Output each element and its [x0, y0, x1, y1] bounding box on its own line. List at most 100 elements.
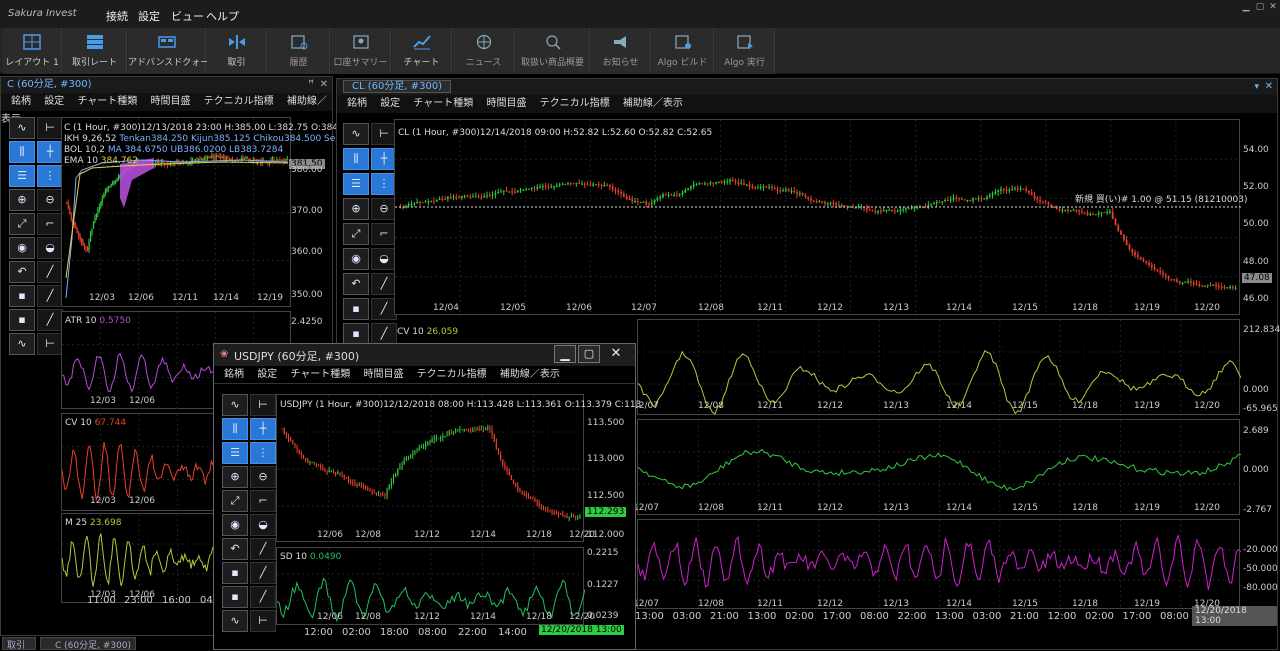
menu-time-scale[interactable]: 時間目盛 [486, 98, 526, 109]
fit-icon[interactable]: ⤢ [222, 490, 248, 512]
eye-icon[interactable]: ◉ [9, 237, 35, 259]
pen-icon[interactable]: ╱ [37, 261, 63, 283]
main-osc-chart[interactable] [637, 419, 1242, 516]
crosshair-icon[interactable]: ┼ [37, 141, 63, 163]
left-price-chart[interactable]: C (1 Hour, #300)12/13/2018 23:00 H:385.0… [61, 117, 341, 308]
menu-symbol[interactable]: 銘柄 [11, 96, 31, 107]
account-summary-button[interactable]: 口座サマリー [331, 28, 391, 74]
eye-icon[interactable]: ◉ [343, 248, 369, 270]
minimize-icon[interactable]: ▁ [1240, 2, 1252, 12]
menu-connect[interactable]: 接続 [106, 8, 128, 24]
menu-drawing[interactable]: 補助線／表示 [500, 369, 560, 380]
menu-settings[interactable]: 設定 [380, 98, 400, 109]
history-button[interactable]: 履歴 [268, 28, 330, 74]
lock-icon[interactable]: ▪ [343, 298, 369, 320]
menu-settings[interactable]: 設定 [257, 369, 277, 380]
advanced-quote-button[interactable]: アドバンスドクォート [128, 28, 218, 74]
crosshair-icon[interactable]: ┼ [250, 418, 276, 440]
algo-build-button[interactable]: Algo ビルド [652, 28, 714, 74]
tab-trade[interactable]: 取引 [2, 637, 36, 651]
fit-icon[interactable]: ⤢ [9, 213, 35, 235]
eye-icon[interactable]: ◉ [222, 514, 248, 536]
menu-settings[interactable]: 設定 [44, 96, 64, 107]
ruler-icon[interactable]: ╱ [371, 323, 397, 345]
left-m-chart[interactable]: M 25 23.698 12/03 12/06 [61, 513, 217, 604]
order-line-label[interactable]: 新規 買(い)# 1.00 @ 51.15 (81210003) [1075, 192, 1248, 205]
menu-technical[interactable]: テクニカル指標 [540, 98, 610, 109]
menu-chart-type[interactable]: チャート種類 [413, 98, 473, 109]
pin-icon[interactable]: ꟸ [308, 77, 314, 93]
line-icon[interactable]: ∿ [9, 333, 35, 355]
lock-icon[interactable]: ▪ [9, 285, 35, 307]
candle-icon[interactable]: ⫼ [222, 418, 248, 440]
zoom-in-icon[interactable]: ⊕ [222, 466, 248, 488]
candle-icon[interactable]: ⫼ [9, 141, 35, 163]
popup-title-bar[interactable]: ❀ USDJPY (60分足, #300) ▁ ▢ ✕ [214, 344, 635, 366]
zoom-out-icon[interactable]: ⊖ [250, 466, 276, 488]
lock2-icon[interactable]: ▪ [222, 586, 248, 608]
close-icon[interactable]: ✕ [1267, 2, 1279, 12]
algo-run-button[interactable]: Algo 実行 [715, 28, 775, 74]
hline-icon[interactable]: ⊢ [37, 333, 63, 355]
menu-time-scale[interactable]: 時間目盛 [363, 369, 403, 380]
menu-chart-type[interactable]: チャート種類 [290, 369, 350, 380]
candle-icon[interactable]: ⫼ [343, 148, 369, 170]
rate-button[interactable]: 取引レート [63, 28, 127, 74]
pen-icon[interactable]: ╱ [250, 538, 276, 560]
main-panel-title[interactable]: CL (60分足, #300) ▾ ✕ [337, 79, 1277, 95]
list-icon[interactable]: ☰ [222, 442, 248, 464]
zoom-out-icon[interactable]: ⊖ [37, 189, 63, 211]
close-icon[interactable]: ✕ [1265, 79, 1273, 95]
hline-icon[interactable]: ⊢ [250, 394, 276, 416]
maximize-icon[interactable]: ▢ [1254, 2, 1266, 12]
undo-icon[interactable]: ↶ [343, 273, 369, 295]
line-icon[interactable]: ∿ [222, 610, 248, 632]
close-icon[interactable]: ✕ [320, 77, 328, 93]
list-icon[interactable]: ☰ [9, 165, 35, 187]
bracket-icon[interactable]: ⌐ [37, 213, 63, 235]
left-cv-chart[interactable]: CV 10 67.744 12/03 12/06 [61, 413, 217, 512]
main-rsi-chart[interactable] [637, 519, 1242, 610]
main-price-chart[interactable]: CL (1 Hour, #300)12/14/2018 09:00 H:52.8… [394, 119, 1248, 316]
menu-view[interactable]: ビュー [171, 8, 204, 24]
brush-icon[interactable]: ╱ [37, 285, 63, 307]
left-panel-title[interactable]: C (60分足, #300) ꟸ ✕ [1, 77, 332, 93]
shield-icon[interactable]: ◒ [37, 237, 63, 259]
undo-icon[interactable]: ↶ [222, 538, 248, 560]
bracket-icon[interactable]: ⌐ [250, 490, 276, 512]
ruler-icon[interactable]: ╱ [37, 309, 63, 331]
trade-button[interactable]: 取引 [207, 28, 267, 74]
news-button[interactable]: ニュース [453, 28, 515, 74]
fit-icon[interactable]: ⤢ [343, 223, 369, 245]
menu-settings[interactable]: 設定 [138, 8, 160, 24]
dropdown-icon[interactable]: ▾ [1254, 79, 1259, 95]
hline-icon[interactable]: ⊢ [37, 117, 63, 139]
hline-icon[interactable]: ⊢ [250, 610, 276, 632]
menu-chart-type[interactable]: チャート種類 [77, 96, 137, 107]
menu-help[interactable]: ヘルプ [206, 8, 239, 24]
menu-drawing[interactable]: 補助線／表示 [623, 98, 683, 109]
brush-icon[interactable]: ╱ [250, 562, 276, 584]
lock2-icon[interactable]: ▪ [343, 323, 369, 345]
ruler-icon[interactable]: ╱ [250, 586, 276, 608]
menu-technical[interactable]: テクニカル指標 [417, 369, 487, 380]
minimize-icon[interactable]: ▁ [554, 345, 576, 363]
maximize-icon[interactable]: ▢ [578, 345, 600, 363]
layout-button[interactable]: レイアウト 1 [3, 28, 62, 74]
zoom-in-icon[interactable]: ⊕ [9, 189, 35, 211]
product-overview-button[interactable]: 取扱い商品概要 [516, 28, 590, 74]
shield-icon[interactable]: ◒ [250, 514, 276, 536]
close-icon[interactable]: ✕ [605, 345, 627, 363]
tab-c-chart[interactable]: C (60分足, #300) [40, 637, 136, 651]
menu-time-scale[interactable]: 時間目盛 [150, 96, 190, 107]
line-icon[interactable]: ∿ [343, 123, 369, 145]
list-icon[interactable]: ☰ [343, 173, 369, 195]
menu-technical[interactable]: テクニカル指標 [204, 96, 274, 107]
notice-button[interactable]: お知らせ [591, 28, 651, 74]
popup-price-chart[interactable]: USDJPY (1 Hour, #300)12/12/2018 08:00 H:… [276, 394, 641, 543]
line-icon[interactable]: ∿ [9, 117, 35, 139]
undo-icon[interactable]: ↶ [9, 261, 35, 283]
grid-icon[interactable]: ⋮ [37, 165, 63, 187]
chart-button[interactable]: チャート [392, 28, 452, 74]
line-icon[interactable]: ∿ [222, 394, 248, 416]
